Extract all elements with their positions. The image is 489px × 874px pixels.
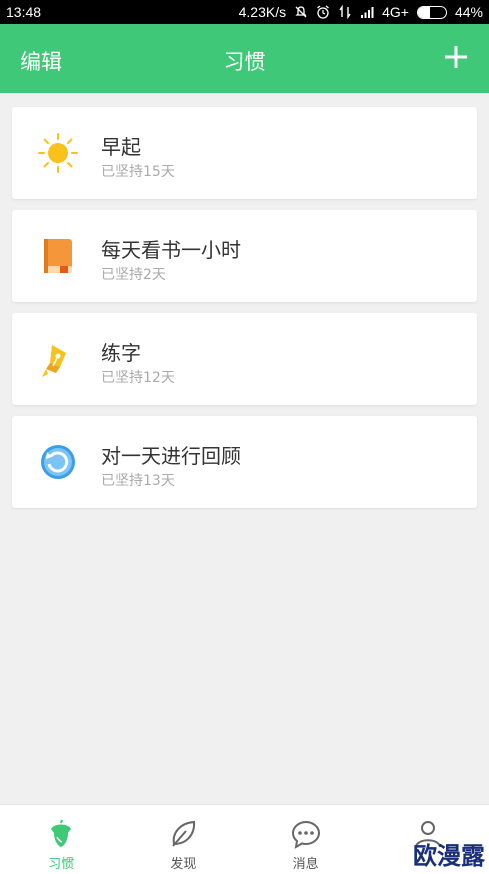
habit-name: 每天看书一小时 [101,238,241,262]
tab-label: 发现 [170,857,197,872]
battery-icon [416,5,447,19]
habit-days: 已坚持15天 [101,164,175,180]
signal-icon [361,7,374,18]
habit-name: 对一天进行回顾 [101,444,241,468]
mute-bell-icon [295,6,307,18]
leaf-icon [172,820,196,847]
tab-label: 习惯 [48,857,75,872]
habit-card[interactable]: 每天看书一小时 已坚持2天 [12,210,477,302]
habit-card[interactable]: 对一天进行回顾 已坚持13天 [12,416,477,508]
tab-discover[interactable]: 发现 [122,805,244,874]
battery-fill [417,6,431,18]
tab-habits[interactable]: 习惯 [0,805,122,874]
habit-name: 练字 [101,341,141,365]
app-bar: 编辑 习惯 [0,24,489,93]
habit-days: 已坚持2天 [101,267,166,283]
battery-percent: 44% [454,4,483,20]
habit-card[interactable]: 早起 已坚持15天 [12,107,477,199]
data-transfer-icon [339,5,351,19]
network-speed: 4.23K/s [238,4,287,20]
book-icon [44,239,72,273]
status-time: 13:48 [6,4,42,20]
status-right: 4.23K/s 4G+ 44% [239,4,483,20]
habit-card[interactable]: 练字 已坚持12天 [12,313,477,405]
habit-list: 早起 已坚持15天 每天看书一小时 已坚持2天 练字 已坚持12天 对一天进行回… [12,107,477,519]
habit-days: 已坚持13天 [101,473,175,489]
page-title: 习惯 [223,50,266,74]
tab-label: 消息 [292,857,319,872]
watermark-text: 欧漫露 [413,842,485,870]
refresh-icon [41,445,75,479]
acorn-icon [51,819,72,847]
status-bar: 13:48 4.23K/s 4G+ 44% [0,0,489,24]
chat-icon [291,820,320,849]
habit-days: 已坚持12天 [101,370,175,386]
alarm-icon [317,5,330,19]
network-type: 4G+ [382,4,409,20]
sun-icon [38,133,78,173]
tab-messages[interactable]: 消息 [245,805,367,874]
plus-icon[interactable] [441,42,471,72]
habit-name: 早起 [101,135,141,159]
pen-icon [42,345,66,377]
